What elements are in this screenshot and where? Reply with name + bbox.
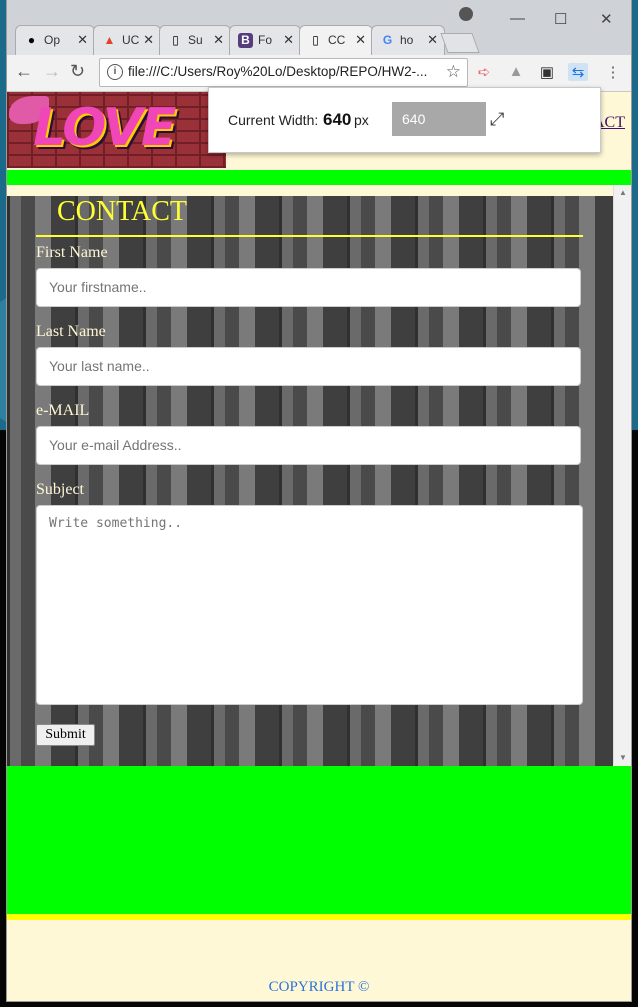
tab-title: ho — [400, 33, 414, 47]
footer-yellow-line — [7, 914, 631, 920]
back-icon[interactable]: ← — [15, 61, 33, 82]
subject-textarea[interactable]: Write something.. — [36, 505, 583, 705]
close-icon[interactable]: ✕ — [143, 32, 154, 48]
google-icon: G — [382, 33, 393, 47]
maximize-icon[interactable]: ☐ — [554, 10, 567, 28]
tab-title: Op — [44, 33, 61, 47]
profile-icon[interactable] — [459, 7, 473, 21]
scrollbar[interactable]: ▲ ▼ — [613, 185, 631, 765]
tab-title: Fo — [258, 33, 273, 47]
title-underline — [36, 235, 583, 237]
drive-icon[interactable]: ▲ — [506, 63, 526, 81]
address-bar[interactable]: i file:///C:/Users/Roy%20Lo/Desktop/REPO… — [99, 58, 468, 87]
copyright-text: COPYRIGHT © — [268, 979, 370, 995]
reload-icon[interactable]: ↻ — [70, 61, 85, 82]
header-divider — [7, 170, 631, 185]
tab-google[interactable]: G ho ✕ — [371, 25, 445, 55]
email-label: e-MAIL — [36, 402, 90, 419]
page-icon: ▯ — [312, 33, 319, 47]
browser-window: ● Op ✕ ▲ UC ✕ ▯ Su ✕ B Fo ✕ ▯ CC ✕ G ho … — [7, 0, 631, 1001]
page-icon: ▯ — [172, 33, 179, 47]
scroll-up-icon[interactable]: ▲ — [619, 188, 627, 197]
width-input[interactable]: 640 — [392, 102, 486, 136]
current-width-value: 640 — [323, 110, 352, 129]
footer-green-band — [7, 766, 631, 914]
close-icon[interactable]: ✕ — [427, 32, 438, 48]
submit-button[interactable]: Submit — [36, 724, 95, 746]
close-icon[interactable]: ✕ — [355, 32, 366, 48]
tab-github[interactable]: ● Op ✕ — [15, 25, 95, 55]
close-window-icon[interactable]: ✕ — [600, 10, 613, 28]
last-name-label: Last Name — [36, 323, 106, 340]
bookmark-star-icon[interactable]: ☆ — [446, 62, 461, 82]
tab-title: UC — [122, 33, 140, 47]
form-title: CONTACT — [57, 196, 187, 227]
tab-title: Su — [188, 33, 203, 47]
expand-icon[interactable]: ⤢ — [490, 109, 504, 130]
minimize-icon[interactable]: — — [510, 10, 525, 27]
new-tab-button[interactable] — [440, 33, 480, 53]
width-unit: px — [354, 112, 369, 128]
first-name-input[interactable]: Your firstname.. — [36, 268, 581, 307]
resize-window-icon[interactable]: ⇆ — [568, 63, 588, 81]
love-graffiti-logo: LOVE — [7, 92, 226, 168]
menu-icon[interactable]: ⋮ — [603, 63, 623, 81]
bootstrap-icon: B — [238, 33, 253, 48]
tab-bootstrap[interactable]: B Fo ✕ — [229, 25, 301, 55]
web-page: LOVE ACT ▲ ▼ CONTACT First Name Your fir… — [7, 92, 631, 1001]
tab-su[interactable]: ▯ Su ✕ — [159, 25, 231, 55]
first-name-label: First Name — [36, 244, 108, 261]
tab-gitlab[interactable]: ▲ UC ✕ — [93, 25, 161, 55]
url-text: file:///C:/Users/Roy%20Lo/Desktop/REPO/H… — [128, 64, 428, 79]
close-icon[interactable]: ✕ — [213, 32, 224, 48]
tab-title: CC — [328, 33, 346, 47]
tab-contact-active[interactable]: ▯ CC ✕ — [299, 25, 373, 55]
close-icon[interactable]: ✕ — [77, 32, 88, 48]
last-name-input[interactable]: Your last name.. — [36, 347, 581, 386]
email-input[interactable]: Your e-mail Address.. — [36, 426, 581, 465]
subject-label: Subject — [36, 481, 84, 498]
gitlab-icon: ▲ — [103, 33, 116, 47]
screenshot-icon[interactable]: ▣ — [537, 63, 557, 81]
info-icon[interactable]: i — [107, 64, 123, 80]
current-width-label: Current Width: — [228, 112, 319, 128]
window-width-popup: Current Width: 640 px 640 ⤢ — [208, 87, 601, 153]
scroll-down-icon[interactable]: ▼ — [619, 753, 627, 762]
close-icon[interactable]: ✕ — [283, 32, 294, 48]
tab-strip: ● Op ✕ ▲ UC ✕ ▯ Su ✕ B Fo ✕ ▯ CC ✕ G ho … — [7, 0, 631, 55]
forward-icon[interactable]: → — [43, 61, 61, 82]
github-icon: ● — [27, 33, 36, 47]
extension-icon[interactable]: ➪ — [474, 63, 494, 81]
